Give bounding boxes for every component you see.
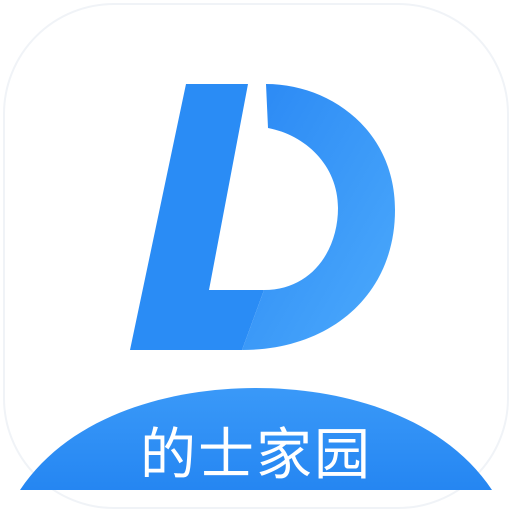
app-name-label: 的士家园 [140,422,372,488]
app-icon-canvas: 的士家园 [0,0,512,512]
